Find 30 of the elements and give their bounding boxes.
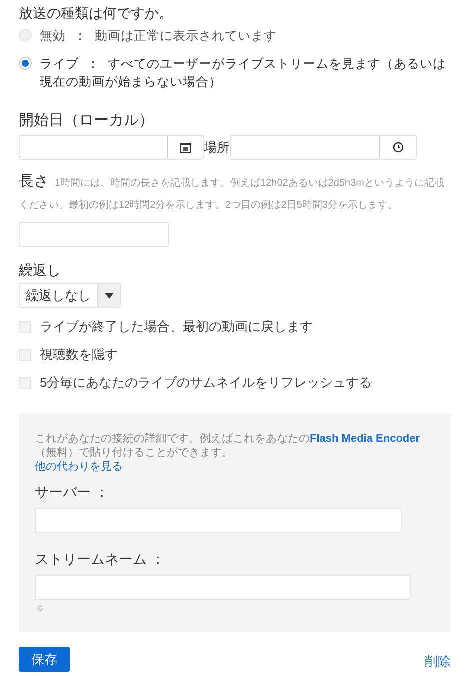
checkbox[interactable] <box>19 377 31 389</box>
radio-label: ライブ ： すべてのユーザーがライブストリームを見ます（あるいは現在の動画が始まらない場合） <box>40 56 447 91</box>
field-label: 開始日（ローカル） <box>19 111 155 131</box>
save-button[interactable]: 保存 <box>19 647 70 672</box>
refresh-icon[interactable] <box>37 605 44 612</box>
field-label: ストリームネーム ： <box>35 550 166 569</box>
place-label: 場所 <box>204 138 230 157</box>
caret-icon <box>97 284 120 307</box>
radio-label: 無効 ： 動画は正常に表示されています <box>40 28 277 45</box>
checkbox-label: ライブが終了した場合、最初の動画に戻します <box>40 318 313 336</box>
checkbox[interactable] <box>19 349 31 361</box>
server-field[interactable] <box>35 508 402 533</box>
repeat-dropdown[interactable]: 繰返しなし <box>19 283 121 308</box>
calendar-icon[interactable] <box>167 136 203 159</box>
checkbox[interactable] <box>19 321 31 333</box>
field-label: サーバー ： <box>35 483 110 502</box>
delete-link[interactable]: 削除 <box>425 652 451 671</box>
duration-field[interactable] <box>19 222 169 247</box>
radio-button[interactable] <box>19 57 32 70</box>
date-field[interactable] <box>19 135 204 160</box>
connection-info: これがあなたの接続の詳細です。例えばこれをあなたのFlash Media Encoder （無料）で貼り付けることができます。 <box>35 432 422 460</box>
radio-button[interactable] <box>19 29 32 42</box>
checkbox-label: 視聴数を隠す <box>40 346 118 364</box>
stream-name-field[interactable] <box>35 575 411 600</box>
alternatives-link[interactable]: 他の代わりを見る <box>35 460 123 474</box>
time-field[interactable] <box>230 135 417 160</box>
field-label: 繰返し <box>19 261 62 280</box>
section-title: 放送の種類は何ですか。 <box>19 4 174 23</box>
encoder-link[interactable]: Flash Media Encoder <box>310 433 420 445</box>
checkbox-label: 5分毎にあなたのライブのサムネイルをリフレッシュする <box>40 374 372 392</box>
